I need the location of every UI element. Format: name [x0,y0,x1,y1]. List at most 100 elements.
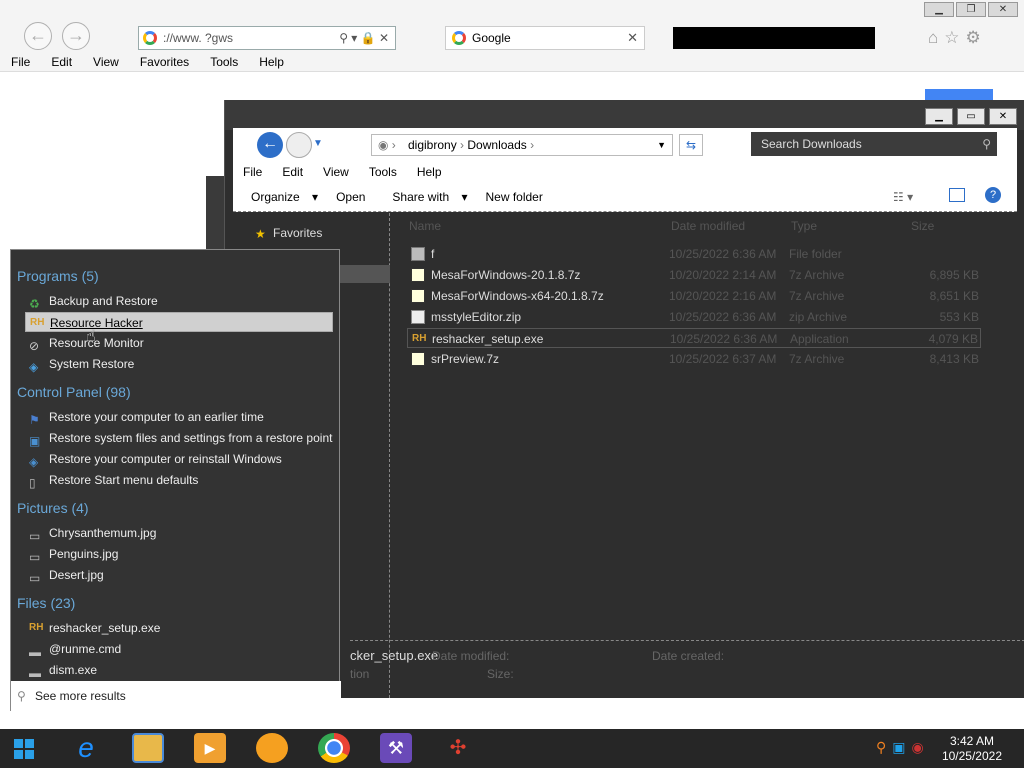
details-file-name: cker_setup.exe [350,648,439,663]
result-item[interactable]: ⚑ Restore your computer to an earlier tim… [25,407,333,427]
group-header-pictures[interactable]: Pictures (4) [17,500,89,516]
col-type[interactable]: Type [791,219,817,233]
ie-menubar: File Edit View Favorites Tools Help [0,52,294,72]
uc-browser-icon[interactable] [256,733,288,763]
result-item[interactable]: ▭ Chrysanthemum.jpg [25,523,333,543]
menu-favorites[interactable]: Favorites [129,52,199,72]
result-item[interactable]: ♻ Backup and Restore [25,291,333,311]
result-item[interactable]: ▯ Restore Start menu defaults [25,470,333,490]
menu-view[interactable]: View [82,52,129,72]
file-row[interactable]: msstyleEditor.zip 10/25/2022 6:36 AM zip A… [407,307,981,327]
result-item[interactable]: ▭ Desert.jpg [25,565,333,585]
preview-pane-icon[interactable] [949,188,965,202]
favorites-label[interactable]: Favorites [273,226,322,240]
menu-file[interactable]: File [233,162,272,182]
result-item[interactable]: ▭ Penguins.jpg [25,544,333,564]
file-explorer-icon[interactable] [132,733,164,763]
details-pane: cker_setup.exe Date modified: Date creat… [350,640,1024,698]
open-button[interactable]: Open [327,186,374,208]
result-item-selected[interactable]: RH Resource Hacker [25,312,333,332]
taskbar-clock[interactable]: 3:42 AM 10/25/2022 [942,734,1002,764]
result-item[interactable]: ▬ dism.exe [25,660,333,680]
group-header-control-panel[interactable]: Control Panel (98) [17,384,131,400]
col-name[interactable]: Name [409,219,441,233]
col-date[interactable]: Date modified [671,219,745,233]
back-button[interactable]: ← [257,132,283,158]
menu-view[interactable]: View [313,162,359,182]
close-button[interactable]: ✕ [989,108,1017,125]
group-header-programs[interactable]: Programs (5) [17,268,99,284]
folder-icon [411,247,425,261]
menu-tools[interactable]: Tools [199,52,248,72]
help-icon[interactable]: ? [985,187,1001,203]
details-modified-label: Date modified: [432,649,510,663]
media-player-icon[interactable]: ▶ [194,733,226,763]
close-button[interactable]: ✕ [988,2,1018,17]
internet-explorer-icon[interactable]: e [70,733,102,763]
explorer-window-controls: ▁ ▭ ✕ [925,108,1017,125]
organize-button[interactable]: Organize ▾ [233,186,327,208]
clock-date: 10/25/2022 [941,749,1002,763]
breadcrumb-downloads[interactable]: Downloads [467,138,526,152]
cmd-file-icon: ▬ [29,645,41,659]
file-row[interactable]: MesaForWindows-x64-20.1.8.7z 10/20/2022 2… [407,286,981,306]
favorites-star-icon: ★ [255,227,266,241]
tray-icons[interactable]: ⚲▣◉ [876,739,930,756]
zip-archive-icon [411,310,425,324]
menu-tools[interactable]: Tools [359,162,407,182]
see-more-results[interactable]: ⚲ See more results [11,681,341,712]
file-row[interactable]: srPreview.7z 10/25/2022 6:37 AM 7z Archive… [407,349,981,369]
minimize-button[interactable]: ▁ [925,108,953,125]
image-file-icon: ▭ [29,550,41,564]
start-menu-icon: ▯ [29,476,36,490]
hammer-tool-icon[interactable]: ⚒ [380,733,412,763]
menu-edit[interactable]: Edit [272,162,313,182]
result-item[interactable]: ⊘ Resource Monitor [25,333,333,353]
chevron-down-icon[interactable]: ▼ [657,135,666,155]
file-row[interactable]: MesaForWindows-20.1.8.7z 10/20/2022 2:14 … [407,265,981,285]
new-folder-button[interactable]: New folder [476,186,551,208]
view-options-icon[interactable]: ☷ ▾ [893,190,913,204]
share-with-button[interactable]: Share with ▾ [374,186,476,208]
result-item[interactable]: ◈ System Restore [25,354,333,374]
home-star-gear-icons[interactable]: ⌂☆⚙ [928,28,987,48]
forward-button[interactable] [286,132,312,158]
tab-google[interactable]: Google ✕ [445,26,645,50]
minimize-button[interactable]: ▁ [924,2,954,17]
result-item[interactable]: ◈ Restore your computer or reinstall Wind… [25,449,333,469]
back-button[interactable]: ← [24,22,52,50]
maximize-button[interactable]: ▭ [957,108,985,125]
chrome-icon[interactable] [318,733,350,763]
address-bar[interactable]: ://www. ?gws ⚲ ▾ 🔒 ✕ [138,26,396,50]
search-icon[interactable]: ⚲ [982,132,991,156]
file-row[interactable]: f 10/25/2022 6:36 AM File folder [407,244,981,264]
tab-close-icon[interactable]: ✕ [627,27,638,49]
menu-edit[interactable]: Edit [40,52,82,72]
redacted-bar [673,27,875,49]
details-created-label: Date created: [652,649,725,663]
group-header-files[interactable]: Files (23) [17,595,75,611]
col-size[interactable]: Size [911,219,934,233]
image-file-icon: ▭ [29,571,41,585]
menu-help[interactable]: Help [248,52,294,72]
forward-button[interactable]: → [62,22,90,50]
refresh-icon[interactable]: ⇆ [679,134,703,156]
result-item[interactable]: ▣ Restore system files and settings from … [25,428,333,448]
7z-archive-icon [411,289,425,303]
menu-file[interactable]: File [0,52,40,72]
search-input[interactable]: Search Downloads ⚲ [751,132,997,156]
app-pinned-icon[interactable]: ✣ [442,733,474,763]
result-item[interactable]: RH reshacker_setup.exe [25,618,333,638]
file-row[interactable]: RH reshacker_setup.exe 10/25/2022 6:36 AM… [407,328,981,348]
restore-button[interactable]: ❐ [956,2,986,17]
menu-help[interactable]: Help [407,162,452,182]
nav-selected-item[interactable] [340,265,390,283]
breadcrumb-user[interactable]: digibrony [408,138,457,152]
ie-window-frame: ▁ ❐ ✕ ← → ://www. ?gws ⚲ ▾ 🔒 ✕ Google ✕ … [0,0,1024,72]
result-item[interactable]: ▬ @runme.cmd [25,639,333,659]
search-lock-refresh-icon[interactable]: ⚲ ▾ 🔒 ✕ [339,27,389,49]
mouse-cursor-icon: ☝ [86,328,96,345]
breadcrumb[interactable]: ◉ › digibrony › Downloads › ▼ [371,134,673,156]
start-button-windows-icon[interactable] [14,739,34,759]
recent-pages-icon[interactable]: ▼ [313,138,323,149]
